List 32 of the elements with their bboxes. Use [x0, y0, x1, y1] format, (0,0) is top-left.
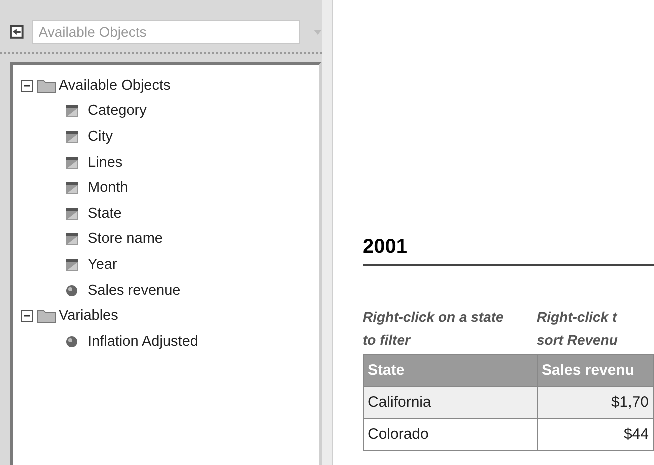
collapse-icon[interactable] — [21, 310, 33, 322]
table-cell: Colorado — [364, 418, 538, 450]
folder-icon — [37, 78, 57, 94]
dimension-icon — [65, 130, 79, 144]
report-title: 2001 — [363, 236, 408, 259]
measure-icon — [65, 284, 79, 298]
dimension-icon — [65, 104, 79, 118]
dimension-icon — [65, 181, 79, 196]
tree-folder-label[interactable]: Available Objects — [59, 78, 171, 94]
dimension-icon — [65, 206, 79, 221]
tree-item-label[interactable]: City — [88, 128, 113, 145]
tree-item-label[interactable]: Sales revenue — [88, 282, 181, 299]
instruction-note: Right-click t sort Revenu — [537, 308, 619, 350]
tree-item-label[interactable]: Lines — [88, 154, 123, 171]
tree-item-label[interactable]: Inflation Adjusted — [88, 334, 198, 350]
dimension-icon — [65, 156, 79, 170]
folder-icon — [37, 308, 57, 324]
measure-icon — [65, 334, 79, 349]
collapse-icon[interactable] — [21, 80, 33, 92]
dimension-icon — [65, 232, 79, 246]
dimension-icon — [65, 258, 79, 272]
tree-item-label[interactable]: Category — [88, 103, 147, 120]
tree-folder-label[interactable]: Variables — [59, 308, 118, 324]
tree-item-label[interactable]: State — [88, 206, 122, 222]
back-icon[interactable] — [10, 25, 24, 39]
table-cell: $44 — [538, 418, 654, 450]
tree-item-label[interactable]: Store name — [88, 231, 163, 248]
tree-item-label[interactable]: Year — [88, 256, 118, 273]
instruction-note: Right-click on a state to filter — [363, 308, 505, 350]
tree-item-label[interactable]: Month — [88, 180, 128, 196]
table-cell: $1,70 — [538, 386, 654, 418]
table-cell: California — [364, 386, 538, 418]
